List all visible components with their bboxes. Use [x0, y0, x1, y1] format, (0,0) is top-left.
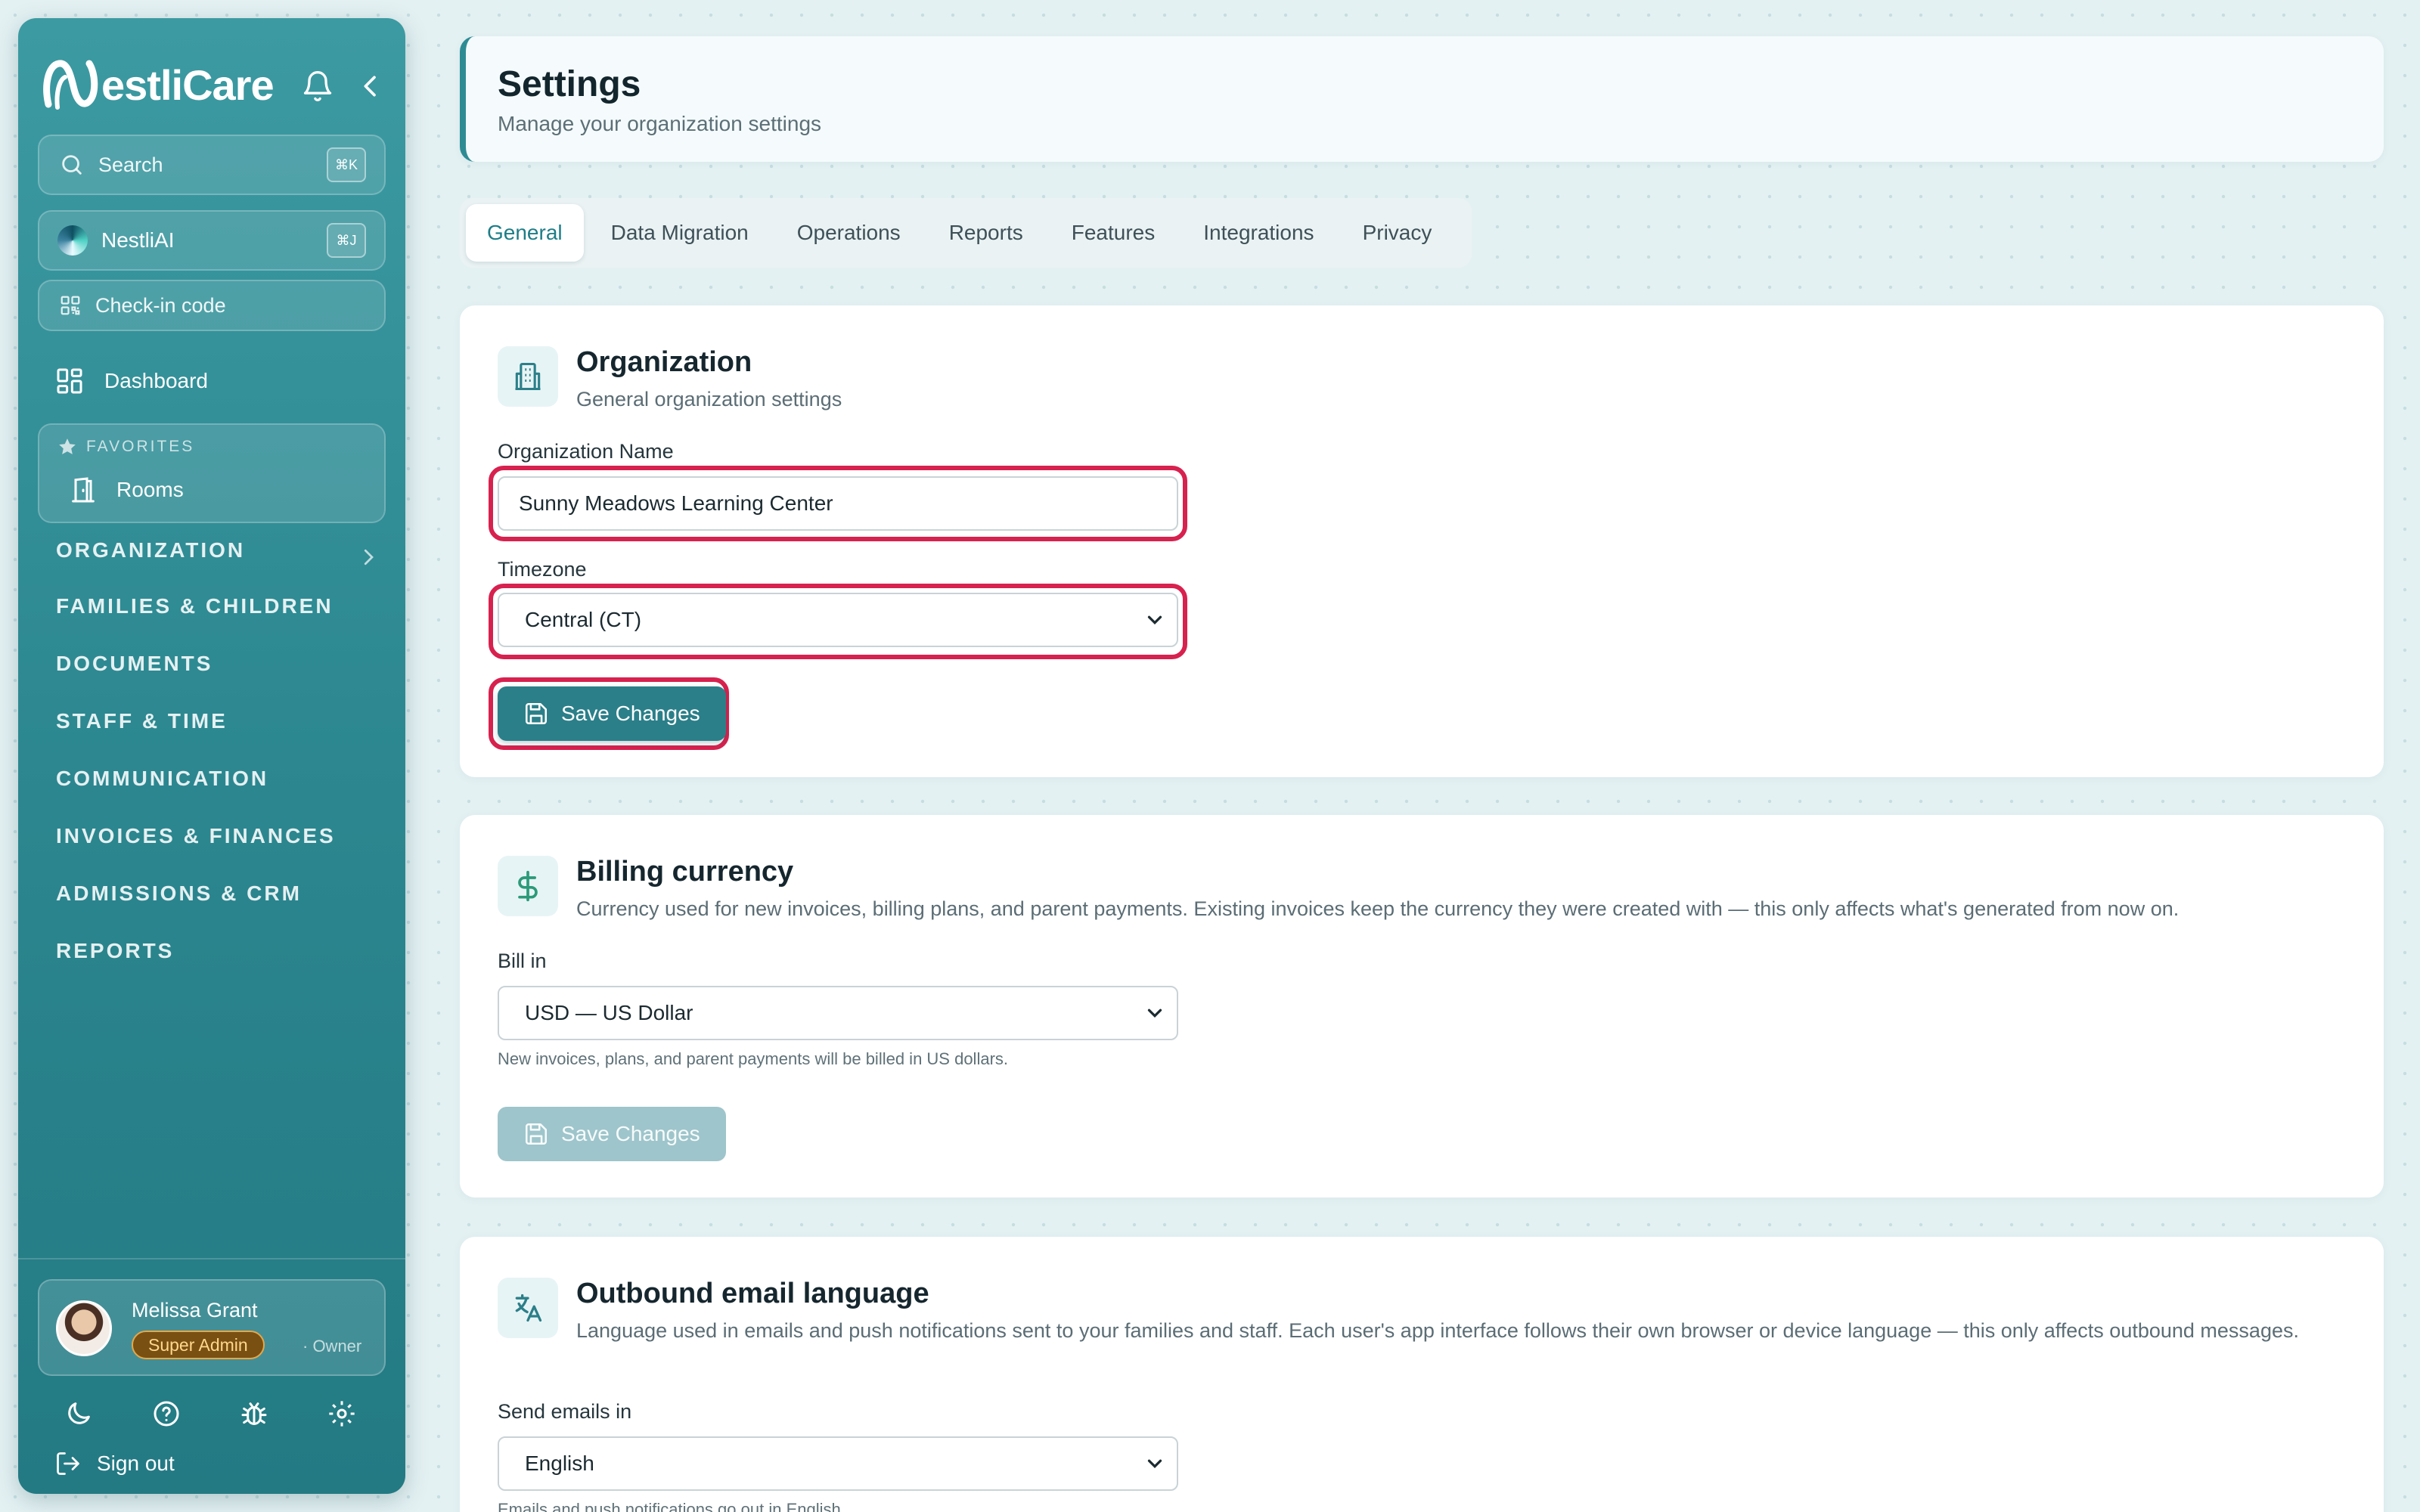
- send-emails-label: Send emails in: [498, 1400, 632, 1423]
- sidebar-section-families-children[interactable]: FAMILIES & CHILDREN: [56, 594, 334, 618]
- sidebar-item-dashboard[interactable]: Dashboard: [54, 366, 208, 396]
- chevron-left-icon[interactable]: [355, 71, 386, 101]
- organization-title: Organization: [576, 346, 752, 378]
- nestlicare-logo-icon: [43, 60, 98, 110]
- language-icon-box: [498, 1278, 558, 1338]
- email-language-description: Language used in emails and push notific…: [576, 1319, 2299, 1342]
- moon-icon[interactable]: [64, 1399, 94, 1429]
- organization-save-button[interactable]: Save Changes: [498, 686, 726, 741]
- sign-out-label: Sign out: [97, 1452, 175, 1475]
- email-language-card: Outbound email language Language used in…: [460, 1237, 2384, 1512]
- sidebar-section-admissions-crm[interactable]: ADMISSIONS & CRM: [56, 881, 302, 906]
- bill-in-select[interactable]: USD — US Dollar: [498, 986, 1178, 1040]
- dollar-icon: [518, 870, 538, 902]
- tab-privacy[interactable]: Privacy: [1342, 204, 1454, 262]
- sidebar-section-communication[interactable]: COMMUNICATION: [56, 767, 268, 791]
- sidebar-section-documents[interactable]: DOCUMENTS: [56, 652, 213, 676]
- user-name: Melissa Grant: [132, 1299, 258, 1321]
- dashboard-label: Dashboard: [104, 369, 208, 392]
- billing-save-label: Save Changes: [561, 1122, 700, 1145]
- organization-card: Organization General organization settin…: [460, 305, 2384, 777]
- bug-icon[interactable]: [239, 1399, 269, 1429]
- tab-operations[interactable]: Operations: [776, 204, 922, 262]
- sidebar-divider: [18, 1258, 405, 1259]
- page-title: Settings: [498, 64, 641, 104]
- tab-data-migration[interactable]: Data Migration: [590, 204, 770, 262]
- tab-general[interactable]: General: [466, 204, 584, 262]
- billing-save-button[interactable]: Save Changes: [498, 1107, 726, 1161]
- search-label: Search: [98, 153, 163, 176]
- user-card[interactable]: Melissa Grant Super Admin · Owner: [38, 1279, 386, 1376]
- brand-wordmark: estliCare: [101, 60, 275, 109]
- sidebar-section-organization[interactable]: ORGANIZATION: [56, 538, 245, 562]
- tab-reports[interactable]: Reports: [928, 204, 1044, 262]
- search-shortcut: ⌘K: [327, 147, 366, 182]
- translate-icon: [515, 1294, 542, 1322]
- rooms-label: Rooms: [116, 478, 184, 501]
- star-icon: [59, 438, 76, 454]
- timezone-value: Central (CT): [525, 608, 642, 631]
- avatar: [56, 1300, 112, 1356]
- chevron-down-icon: [1147, 1009, 1162, 1018]
- organization-name-input[interactable]: Sunny Meadows Learning Center: [498, 476, 1178, 531]
- sign-out-button[interactable]: Sign out: [54, 1450, 175, 1477]
- building-icon: [515, 362, 541, 391]
- billing-currency-card: Billing currency Currency used for new i…: [460, 815, 2384, 1198]
- tab-features[interactable]: Features: [1050, 204, 1177, 262]
- nestliai-button[interactable]: NestliAI ⌘J: [38, 210, 386, 271]
- billing-description: Currency used for new invoices, billing …: [576, 897, 2180, 920]
- bell-icon[interactable]: [301, 70, 334, 103]
- nestliai-label: NestliAI: [101, 228, 175, 252]
- sidebar-section-reports[interactable]: REPORTS: [56, 939, 174, 963]
- bill-in-value: USD — US Dollar: [525, 1001, 693, 1024]
- favorites-heading: FAVORITES: [57, 437, 194, 457]
- role-badge: Super Admin: [132, 1331, 265, 1359]
- organization-description: General organization settings: [576, 388, 842, 411]
- save-icon: [525, 702, 548, 725]
- timezone-select[interactable]: Central (CT): [498, 593, 1178, 647]
- billing-icon-box: [498, 856, 558, 916]
- sidebar-section-invoices-finances[interactable]: INVOICES & FINANCES: [56, 824, 336, 848]
- settings-tabs: General Data Migration Operations Report…: [460, 198, 1472, 268]
- save-icon: [525, 1123, 548, 1145]
- checkin-code-button[interactable]: Check-in code: [38, 280, 386, 331]
- log-out-icon: [57, 1452, 79, 1475]
- page-header: Settings Manage your organization settin…: [460, 36, 2384, 162]
- brand-logo[interactable]: estliCare: [41, 54, 275, 115]
- nestliai-orb-icon: [57, 225, 88, 256]
- qr-code-icon: [60, 296, 80, 315]
- send-emails-select[interactable]: English: [498, 1436, 1178, 1491]
- favorites-label: FAVORITES: [86, 438, 195, 455]
- gear-icon[interactable]: [327, 1399, 357, 1429]
- bill-in-label: Bill in: [498, 950, 547, 972]
- page-subtitle: Manage your organization settings: [498, 112, 822, 135]
- organization-name-label: Organization Name: [498, 440, 674, 463]
- search-icon: [62, 155, 82, 175]
- chevron-down-icon: [1147, 615, 1162, 625]
- send-emails-help-text: Emails and push notifications go out in …: [498, 1500, 845, 1512]
- role-suffix: · Owner: [302, 1337, 362, 1356]
- billing-title: Billing currency: [576, 856, 794, 888]
- checkin-code-label: Check-in code: [95, 293, 226, 317]
- send-emails-value: English: [525, 1452, 594, 1475]
- nestliai-shortcut: ⌘J: [327, 223, 366, 258]
- chevron-right-icon[interactable]: [357, 546, 380, 569]
- dashboard-icon: [57, 368, 82, 394]
- help-icon[interactable]: [151, 1399, 182, 1429]
- chevron-down-icon: [1147, 1459, 1162, 1469]
- timezone-label: Timezone: [498, 558, 587, 581]
- bill-in-help-text: New invoices, plans, and parent payments…: [498, 1049, 1009, 1068]
- email-language-title: Outbound email language: [576, 1278, 929, 1309]
- search-box[interactable]: Search ⌘K: [38, 135, 386, 195]
- sidebar: estliCare Search ⌘K NestliAI ⌘J Check-in…: [18, 18, 405, 1494]
- favorite-item-rooms[interactable]: Rooms: [68, 475, 184, 505]
- organization-icon-box: [498, 346, 558, 407]
- door-icon: [72, 477, 95, 503]
- favorites-panel: FAVORITES Rooms: [38, 423, 386, 523]
- tab-integrations[interactable]: Integrations: [1182, 204, 1335, 262]
- sidebar-section-staff-time[interactable]: STAFF & TIME: [56, 709, 228, 733]
- organization-save-label: Save Changes: [561, 702, 700, 725]
